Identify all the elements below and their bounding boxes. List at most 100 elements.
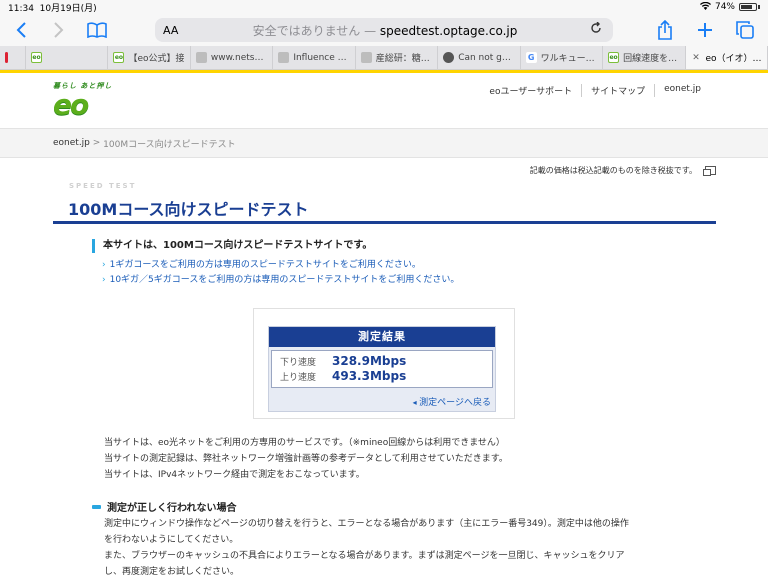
eo-favicon-icon: eo	[31, 52, 42, 63]
chevron-right-icon	[54, 22, 64, 38]
eo-favicon-icon: eo	[113, 52, 125, 63]
header-links: eoユーザーサポート サイトマップ eonet.jp	[480, 84, 710, 97]
tab-bar: eo eo 【eo公式】接 www.netsu.... Influence of.…	[0, 46, 768, 70]
trouble-heading-text: 測定が正しく行われない場合	[107, 503, 237, 514]
download-label: 下り速度	[280, 358, 317, 368]
back-button[interactable]	[8, 17, 34, 43]
tab-title: eo（イオ）|...	[705, 54, 762, 64]
book-icon	[87, 22, 107, 38]
link-10giga-speedtest[interactable]: 10ギガ／5ギガコースをご利用の方は専用のスピードテストサイトをご利用ください。	[102, 273, 460, 288]
trouble-line: を行わないようにしてください。	[104, 535, 239, 545]
forward-button[interactable]	[46, 17, 72, 43]
title-rule	[53, 221, 716, 224]
tabs-icon	[736, 21, 754, 39]
tab-title: 産総研：糖鎖...	[375, 54, 433, 64]
tab-title: ワルキューレ...	[540, 54, 598, 64]
tab-0[interactable]	[0, 46, 26, 69]
status-bar: 11:34 10月19日(月) 74%	[0, 0, 768, 14]
breadcrumb: eonet.jp > 100Mコース向けスピードテスト	[0, 128, 768, 158]
download-row: 下り速度 328.9Mbps	[280, 354, 484, 369]
tab-9-active[interactable]: ✕ eo（イオ）|...	[685, 46, 768, 69]
address-bar[interactable]: AA 安全ではありません — speedtest.optage.co.jp	[155, 18, 613, 42]
new-tab-button[interactable]	[692, 17, 718, 43]
breadcrumb-separator: >	[89, 138, 104, 148]
address-domain: speedtest.optage.co.jp	[379, 23, 518, 38]
tab-3[interactable]: www.netsu....	[191, 46, 274, 69]
share-icon	[658, 20, 672, 40]
link-1giga-speedtest[interactable]: 1ギガコースをご利用の方は専用のスピードテストサイトをご利用ください。	[102, 258, 459, 273]
date: 10月19日(月)	[39, 3, 97, 14]
address-text: 安全ではありません — speedtest.optage.co.jp	[183, 22, 587, 39]
share-button[interactable]	[652, 17, 678, 43]
tax-note-text: 記載の価格は税込記載のものを除き税抜です。	[529, 166, 697, 175]
trouble-line: 測定中にウィンドウ操作などページの切り替えを行うと、エラーとなる場合があります（…	[104, 519, 629, 529]
generic-favicon-icon	[360, 52, 372, 63]
upload-label: 上り速度	[280, 373, 317, 383]
reader-aa-button[interactable]: AA	[163, 24, 183, 37]
wifi-icon	[699, 1, 711, 13]
chevron-left-icon	[16, 22, 26, 38]
info-line: 当サイトは、eo光ネットをご利用の方専用のサービスです。（※mineo回線からは…	[104, 438, 505, 448]
battery-nub	[758, 5, 760, 9]
breadcrumb-home[interactable]: eonet.jp	[53, 138, 90, 148]
reload-icon	[591, 21, 601, 33]
eo-logo[interactable]: 暮らし あと押し eo	[53, 81, 117, 121]
logo-mark: eo	[53, 88, 89, 121]
generic-favicon-icon	[278, 52, 290, 63]
tabs-overview-button[interactable]	[732, 17, 758, 43]
info-text: 当サイトは、eo光ネットをご利用の方専用のサービスです。（※mineo回線からは…	[104, 435, 508, 483]
header-link-eonet[interactable]: eonet.jp	[654, 84, 710, 97]
info-line: 当サイトは、IPv4ネットワーク経由で測定をおこなっています。	[104, 470, 365, 480]
upload-row: 上り速度 493.3Mbps	[280, 369, 484, 384]
header-link-sitemap[interactable]: サイトマップ	[581, 84, 654, 97]
notice-links: 1ギガコースをご利用の方は専用のスピードテストサイトをご利用ください。 10ギガ…	[102, 258, 460, 288]
tab-5[interactable]: 産総研：糖鎖...	[356, 46, 439, 69]
tab-2[interactable]: eo 【eo公式】接	[108, 46, 191, 69]
tab-title: Influence of...	[293, 52, 350, 63]
trouble-line: し、再度測定をお試しください。	[104, 567, 240, 576]
battery-percent: 74%	[714, 2, 735, 12]
battery-icon	[739, 3, 757, 11]
toolbar-right	[652, 17, 758, 43]
tab-title: 回線速度を計...	[623, 54, 680, 64]
tab-4[interactable]: Influence of...	[273, 46, 356, 69]
tab-title: www.netsu....	[210, 52, 268, 63]
browser-toolbar: AA 安全ではありません — speedtest.optage.co.jp	[0, 14, 768, 46]
reload-button[interactable]	[587, 21, 605, 38]
status-time: 11:34 10月19日(月)	[8, 1, 97, 14]
bookmarks-button[interactable]	[84, 17, 110, 43]
wordpress-favicon-icon	[443, 52, 455, 63]
eyebrow-label: SPEED TEST	[69, 182, 137, 190]
bookmark-favicon-icon	[5, 52, 8, 63]
tab-1[interactable]: eo	[26, 46, 109, 69]
tab-6[interactable]: Can not get...	[438, 46, 521, 69]
site-header: 暮らし あと押し eo eoユーザーサポート サイトマップ eonet.jp	[0, 73, 768, 128]
notice-heading-block: 本サイトは、100Mコース向けスピードテストサイトです。	[92, 239, 372, 253]
info-line: 当サイトの測定記録は、弊社ネットワーク増強計画等の参考データとして利用させていた…	[104, 454, 508, 464]
tab-8[interactable]: eo 回線速度を計...	[603, 46, 686, 69]
toolbar-left	[8, 17, 110, 43]
security-warning: 安全ではありません —	[252, 23, 380, 38]
tab-title: 【eo公式】接	[128, 54, 185, 64]
result-box: 測定結果 下り速度 328.9Mbps 上り速度 493.3Mbps 測定ページ…	[268, 326, 496, 412]
tab-7[interactable]: G ワルキューレ...	[521, 46, 604, 69]
result-values: 下り速度 328.9Mbps 上り速度 493.3Mbps	[271, 350, 493, 388]
section-bullet	[92, 504, 101, 509]
close-tab-icon[interactable]: ✕	[691, 52, 702, 63]
trouble-body: 測定中にウィンドウ操作などページの切り替えを行うと、エラーとなる場合があります（…	[104, 516, 684, 576]
back-to-test-link[interactable]: 測定ページへ戻る	[413, 395, 491, 408]
eo-favicon-icon: eo	[608, 52, 620, 63]
clock: 11:34	[8, 3, 34, 14]
header-link-support[interactable]: eoユーザーサポート	[480, 84, 581, 97]
generic-favicon-icon	[195, 52, 207, 63]
trouble-heading: 測定が正しく行われない場合	[92, 499, 237, 514]
print-icon[interactable]	[703, 166, 716, 176]
status-right: 74%	[699, 1, 760, 13]
google-favicon-icon: G	[525, 52, 537, 63]
trouble-line: また、ブラウザーのキャッシュの不具合によりエラーとなる場合があります。まずは測定…	[104, 551, 625, 561]
result-heading: 測定結果	[269, 327, 495, 347]
tax-note: 記載の価格は税込記載のものを除き税抜です。	[530, 165, 716, 176]
breadcrumb-current: 100Mコース向けスピードテスト	[103, 139, 236, 150]
result-panel: 測定結果 下り速度 328.9Mbps 上り速度 493.3Mbps 測定ページ…	[253, 308, 515, 419]
plus-icon	[698, 23, 712, 37]
